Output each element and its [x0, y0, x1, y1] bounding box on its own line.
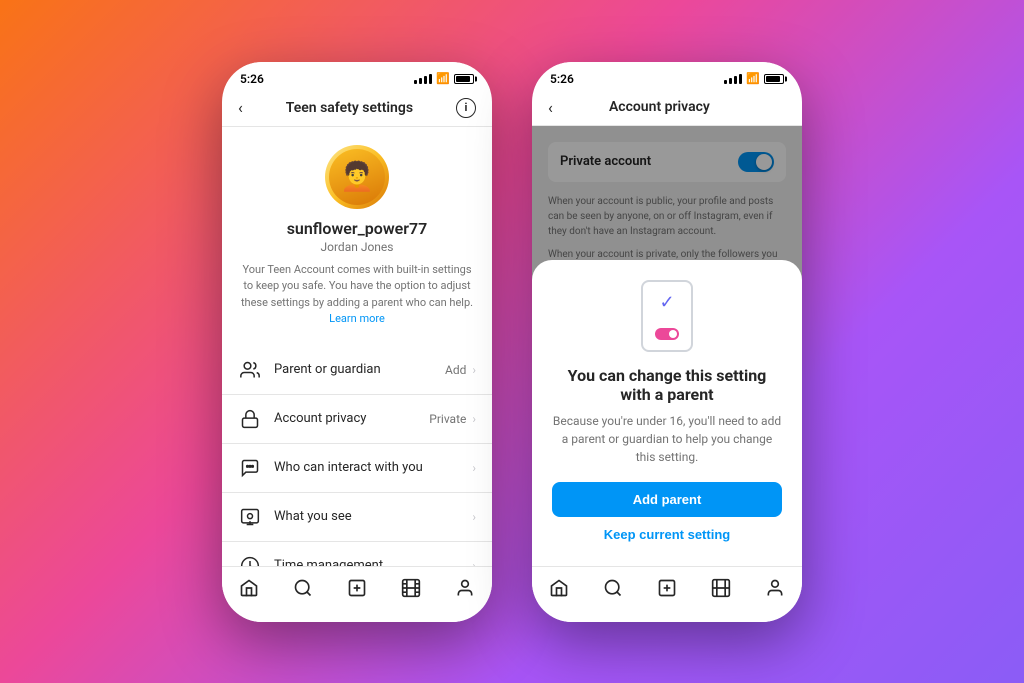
nav-reels-icon[interactable] [401, 578, 421, 603]
chevron-icon-parent: › [472, 363, 476, 377]
nav-add-icon-2[interactable] [657, 578, 677, 603]
nav-home-icon[interactable] [239, 578, 259, 603]
status-bar-1: 5:26 📶 [222, 62, 492, 90]
chevron-icon-interact: › [472, 461, 476, 475]
info-button-1[interactable]: i [456, 98, 476, 118]
settings-item-see[interactable]: What you see › [222, 493, 492, 542]
phone-account-privacy: 5:26 📶 ‹ Account privacy [532, 62, 802, 622]
status-bar-2: 5:26 📶 [532, 62, 802, 90]
status-icons-1: 📶 [414, 72, 474, 85]
screen1-header: ‹ Teen safety settings i [222, 90, 492, 127]
eye-icon [238, 505, 262, 529]
sheet-phone-illustration: ✓ [641, 280, 693, 352]
back-button-2[interactable]: ‹ [548, 98, 553, 117]
interact-label: Who can interact with you [274, 460, 466, 475]
settings-item-time[interactable]: Time management › [222, 542, 492, 566]
nav-bar-2 [532, 566, 802, 622]
chevron-icon-privacy: › [472, 412, 476, 426]
settings-list: Parent or guardian Add › Account privacy… [222, 338, 492, 566]
signal-icon [414, 74, 432, 84]
chevron-icon-time: › [472, 559, 476, 566]
clock-icon [238, 554, 262, 566]
privacy-label: Account privacy [274, 411, 429, 426]
wifi-icon: 📶 [436, 72, 450, 85]
nav-bar-1 [222, 566, 492, 622]
username: sunflower_power77 [287, 219, 428, 238]
privacy-value: Private [429, 412, 466, 426]
nav-profile-icon-2[interactable] [765, 578, 785, 603]
lock-icon [238, 407, 262, 431]
keep-current-button[interactable]: Keep current setting [604, 527, 730, 542]
parent-label: Parent or guardian [274, 362, 445, 377]
privacy-content: Private account When your account is pub… [532, 126, 802, 566]
bottom-sheet: ✓ You can change this setting with a par… [532, 260, 802, 566]
back-button-1[interactable]: ‹ [238, 98, 243, 117]
profile-description: Your Teen Account comes with built-in se… [238, 262, 476, 328]
screen1-content: ‹ Teen safety settings i 🧑‍🦱 sunflower_p… [222, 90, 492, 566]
phone-teen-safety: 5:26 📶 ‹ Teen safety settings i [222, 62, 492, 622]
sheet-title: You can change this setting with a paren… [552, 366, 782, 404]
time-label: Time management [274, 558, 466, 566]
status-icons-2: 📶 [724, 72, 784, 85]
toggle-small-knob [669, 330, 677, 338]
nav-home-icon-2[interactable] [549, 578, 569, 603]
real-name: Jordan Jones [321, 240, 394, 254]
chevron-icon-see: › [472, 510, 476, 524]
battery-icon-2 [764, 74, 784, 84]
person-icon [238, 358, 262, 382]
status-time-2: 5:26 [550, 72, 574, 86]
battery-icon [454, 74, 474, 84]
nav-search-icon-2[interactable] [603, 578, 623, 603]
profile-section: 🧑‍🦱 sunflower_power77 Jordan Jones Your … [222, 127, 492, 338]
wifi-icon-2: 📶 [746, 72, 760, 85]
message-icon [238, 456, 262, 480]
learn-more-link[interactable]: Learn more [329, 312, 385, 325]
settings-item-parent[interactable]: Parent or guardian Add › [222, 346, 492, 395]
nav-reels-icon-2[interactable] [711, 578, 731, 603]
nav-profile-icon[interactable] [455, 578, 475, 603]
sheet-description: Because you're under 16, you'll need to … [552, 412, 782, 466]
signal-icon-2 [724, 74, 742, 84]
status-time-1: 5:26 [240, 72, 264, 86]
add-parent-button[interactable]: Add parent [552, 482, 782, 517]
screen2-header: ‹ Account privacy [532, 90, 802, 126]
nav-search-icon[interactable] [293, 578, 313, 603]
toggle-illustration [655, 328, 679, 340]
screen2-title: Account privacy [609, 99, 710, 115]
parent-value: Add [445, 363, 466, 377]
screen2-content: ‹ Account privacy Private account When y… [532, 90, 802, 566]
see-label: What you see [274, 509, 466, 524]
check-icon: ✓ [659, 292, 674, 313]
settings-item-privacy[interactable]: Account privacy Private › [222, 395, 492, 444]
avatar: 🧑‍🦱 [325, 145, 389, 209]
nav-add-icon[interactable] [347, 578, 367, 603]
avatar-face: 🧑‍🦱 [329, 149, 385, 205]
settings-item-interact[interactable]: Who can interact with you › [222, 444, 492, 493]
screen1-title: Teen safety settings [286, 100, 413, 116]
